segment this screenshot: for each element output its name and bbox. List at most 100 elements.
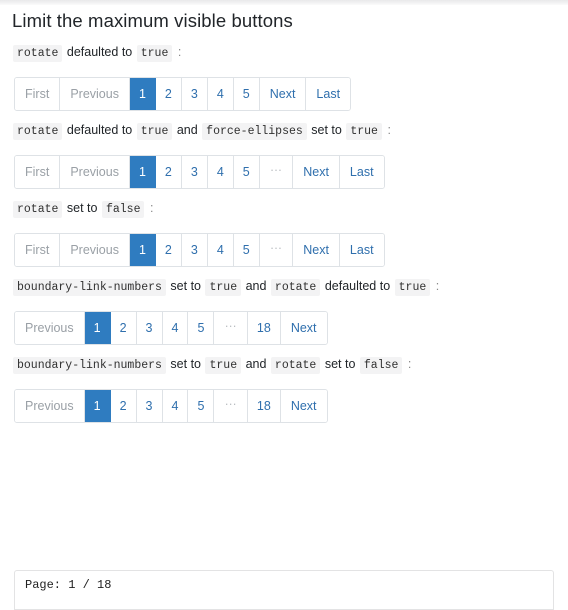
page-first[interactable]: First <box>15 234 61 266</box>
page-5[interactable]: 5 <box>188 312 215 344</box>
page-1[interactable]: 1 <box>84 390 111 422</box>
description-text: defaulted to <box>66 123 133 137</box>
code-token: true <box>136 123 173 140</box>
section-description: rotate set to false : <box>0 189 568 219</box>
code-token: true <box>205 357 242 374</box>
description-text: and <box>245 279 267 293</box>
pagination: First Previous 1 2 3 4 5… Next Last <box>14 155 385 189</box>
code-token: true <box>346 123 382 140</box>
description-text: set to <box>66 201 98 215</box>
page-next[interactable]: Next <box>259 78 307 110</box>
page-first[interactable]: First <box>15 156 61 188</box>
page-2[interactable]: 2 <box>110 312 137 344</box>
page-18[interactable]: 18 <box>247 390 281 422</box>
page-5[interactable]: 5 <box>233 156 260 188</box>
page-last[interactable]: Last <box>339 234 384 266</box>
page-1[interactable]: 1 <box>129 78 156 110</box>
page-first[interactable]: First <box>15 78 61 110</box>
page-status-label: Page: 1 / 18 <box>25 578 112 592</box>
page-5[interactable]: 5 <box>188 390 215 422</box>
page-3[interactable]: 3 <box>136 312 163 344</box>
code-token: rotate <box>270 279 321 296</box>
page-5[interactable]: 5 <box>233 78 260 110</box>
code-token: rotate <box>13 123 63 140</box>
code-token: rotate <box>13 201 63 218</box>
description-text: and <box>176 123 198 137</box>
code-token: rotate <box>13 45 63 62</box>
pagination: Previous 1 2 3 4 5… 18 Next <box>14 389 328 423</box>
description-text: defaulted to <box>66 45 133 59</box>
page-next[interactable]: Next <box>280 390 327 422</box>
section-description: rotate defaulted to true : <box>0 33 568 63</box>
code-token: force-ellipses <box>202 123 307 140</box>
section-description: boundary-link-numbers set to true and ro… <box>0 267 568 297</box>
code-token: false <box>101 201 145 218</box>
page-2[interactable]: 2 <box>155 234 182 266</box>
page-5[interactable]: 5 <box>233 234 260 266</box>
page-content: Limit the maximum visible buttons rotate… <box>0 5 568 423</box>
pagination: First Previous 1 2 3 4 5… Next Last <box>14 233 385 267</box>
code-token: rotate <box>270 357 321 374</box>
description-colon: : <box>407 357 412 371</box>
page-4[interactable]: 4 <box>207 78 234 110</box>
code-token: true <box>394 279 431 296</box>
page-ellipsis: … <box>214 312 248 344</box>
page-18[interactable]: 18 <box>247 312 281 344</box>
description-text: set to <box>170 279 201 293</box>
page-title: Limit the maximum visible buttons <box>12 10 293 31</box>
demo-section: boundary-link-numbers set to true and ro… <box>0 267 568 345</box>
description-colon: : <box>177 45 182 59</box>
page-3[interactable]: 3 <box>181 156 208 188</box>
page-ellipsis: … <box>259 234 294 266</box>
section-description: rotate defaulted to true and force-ellip… <box>0 111 568 141</box>
page-next[interactable]: Next <box>280 312 327 344</box>
code-token: true <box>205 279 242 296</box>
code-token: boundary-link-numbers <box>13 357 166 374</box>
page-previous[interactable]: Previous <box>60 78 130 110</box>
page-root: Limit the maximum visible buttons rotate… <box>0 0 568 610</box>
page-ellipsis: … <box>259 156 294 188</box>
code-token: boundary-link-numbers <box>13 279 166 296</box>
section-description: boundary-link-numbers set to true and ro… <box>0 345 568 375</box>
page-1[interactable]: 1 <box>129 234 156 266</box>
description-text: defaulted to <box>324 279 391 293</box>
description-colon: : <box>435 279 440 293</box>
page-3[interactable]: 3 <box>136 390 163 422</box>
page-1[interactable]: 1 <box>129 156 156 188</box>
page-next[interactable]: Next <box>293 156 340 188</box>
page-3[interactable]: 3 <box>181 234 208 266</box>
description-colon: : <box>387 123 391 137</box>
code-token: false <box>359 357 403 374</box>
page-ellipsis: … <box>214 390 248 422</box>
page-1[interactable]: 1 <box>84 312 111 344</box>
demo-section: rotate defaulted to true : First Previous 1… <box>0 33 568 111</box>
pagination: Previous 1 2 3 4 5… 18 Next <box>14 311 328 345</box>
pagination: First Previous 1 2 3 4 5 Next Last <box>14 77 352 111</box>
page-previous[interactable]: Previous <box>60 156 130 188</box>
page-previous[interactable]: Previous <box>60 234 130 266</box>
page-previous[interactable]: Previous <box>15 390 85 422</box>
page-4[interactable]: 4 <box>207 234 234 266</box>
description-text: set to <box>324 357 356 371</box>
page-3[interactable]: 3 <box>181 78 208 110</box>
page-2[interactable]: 2 <box>110 390 137 422</box>
page-4[interactable]: 4 <box>162 312 189 344</box>
page-4[interactable]: 4 <box>162 390 189 422</box>
page-last[interactable]: Last <box>306 78 351 110</box>
page-2[interactable]: 2 <box>155 156 182 188</box>
sections-container: rotate defaulted to true : First Previous 1… <box>0 33 568 423</box>
page-status-card: Page: 1 / 18 <box>14 570 554 610</box>
description-text: set to <box>170 357 201 371</box>
page-next[interactable]: Next <box>293 234 340 266</box>
page-previous[interactable]: Previous <box>15 312 85 344</box>
demo-section: boundary-link-numbers set to true and ro… <box>0 345 568 423</box>
page-4[interactable]: 4 <box>207 156 234 188</box>
description-text: set to <box>311 123 342 137</box>
demo-section: rotate defaulted to true and force-ellip… <box>0 111 568 189</box>
demo-section: rotate set to false : First Previous 1 2 3 4 5…… <box>0 189 568 267</box>
code-token: true <box>136 45 173 62</box>
page-2[interactable]: 2 <box>155 78 182 110</box>
page-last[interactable]: Last <box>339 156 384 188</box>
description-colon: : <box>149 201 154 215</box>
description-text: and <box>245 357 267 371</box>
